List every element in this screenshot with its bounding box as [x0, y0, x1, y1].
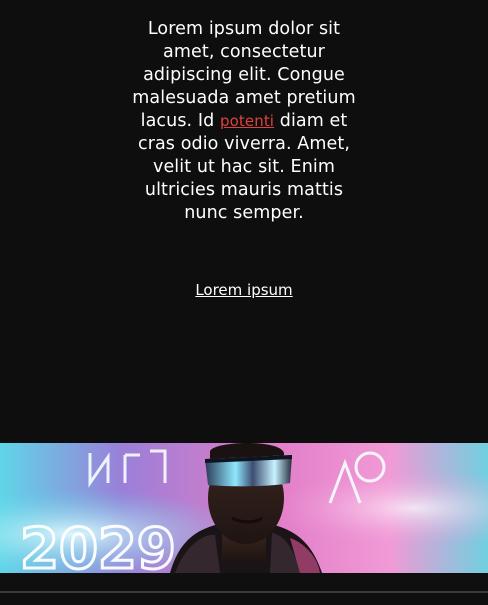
- hero-image: 2029: [0, 443, 488, 573]
- article-paragraph: Lorem ipsum dolor sit amet, consectetur …: [128, 18, 360, 225]
- lorem-ipsum-link[interactable]: Lorem ipsum: [0, 280, 488, 300]
- hero-illustration: 2029: [0, 443, 488, 573]
- inline-potenti-link[interactable]: potenti: [220, 112, 274, 130]
- footer-strip: [0, 573, 488, 605]
- article-section: Lorem ipsum dolor sit amet, consectetur …: [0, 0, 488, 443]
- neon-number: 2029: [19, 516, 178, 574]
- footer-divider: [0, 591, 488, 593]
- neon-number-text: 2029: [20, 517, 176, 573]
